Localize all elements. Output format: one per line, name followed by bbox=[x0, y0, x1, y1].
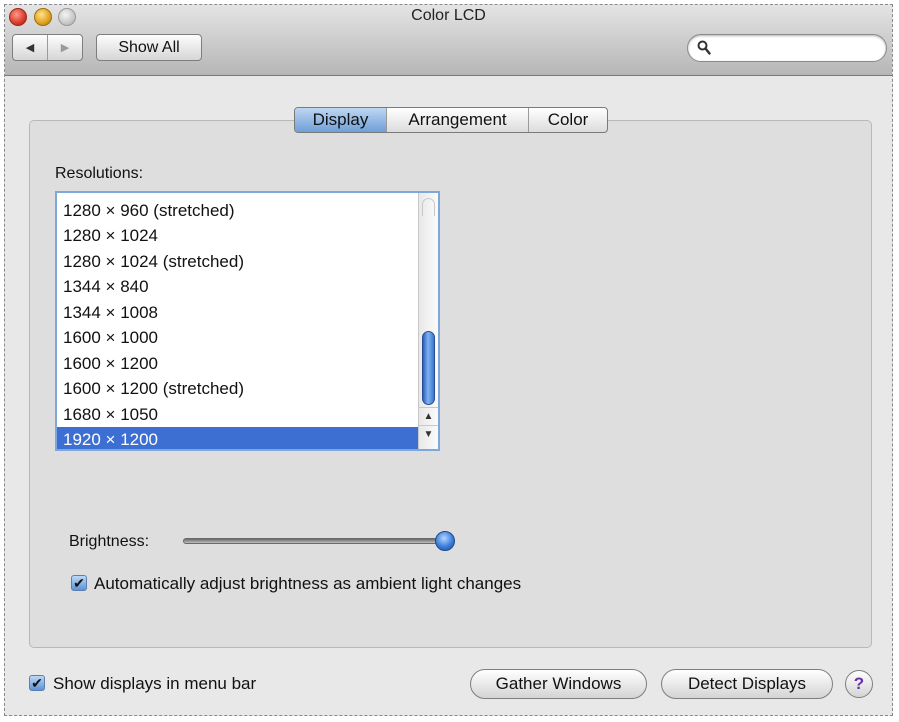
detect-displays-button[interactable]: Detect Displays bbox=[661, 669, 833, 699]
scroll-up-arrow-icon[interactable]: ▲ bbox=[419, 407, 438, 425]
search-icon bbox=[697, 40, 711, 61]
scroll-down-arrow-icon[interactable]: ▼ bbox=[419, 425, 438, 443]
resolution-row[interactable]: 1344 × 840 bbox=[57, 274, 418, 299]
search-field[interactable] bbox=[687, 34, 887, 62]
brightness-slider-knob[interactable] bbox=[435, 531, 455, 551]
show-all-button[interactable]: Show All bbox=[96, 34, 202, 61]
tab-display[interactable]: Display bbox=[295, 108, 386, 132]
scrollbar-track-cap bbox=[422, 198, 435, 216]
show-in-menu-bar-label: Show displays in menu bar bbox=[53, 674, 257, 693]
gather-windows-button[interactable]: Gather Windows bbox=[470, 669, 647, 699]
tab-color[interactable]: Color bbox=[528, 108, 607, 132]
auto-brightness-checkbox[interactable]: ✔ bbox=[71, 575, 87, 591]
checkmark-icon: ✔ bbox=[73, 575, 85, 591]
pane-tabs: Display Arrangement Color bbox=[294, 107, 608, 133]
help-icon: ? bbox=[853, 674, 865, 693]
resolution-row[interactable]: 1600 × 1200 bbox=[57, 351, 418, 376]
resolutions-list[interactable]: 1280 × 960 (stretched) 1280 × 1024 1280 … bbox=[55, 191, 440, 451]
system-preferences-window: Color LCD ◀ ▶ Show All Display Arrangeme… bbox=[4, 4, 893, 716]
resolution-row[interactable]: 1600 × 1000 bbox=[57, 325, 418, 350]
title-bar: Color LCD ◀ ▶ Show All bbox=[5, 5, 892, 76]
resolution-row[interactable]: 1280 × 1024 bbox=[57, 223, 418, 248]
resolution-row[interactable]: 1280 × 960 (stretched) bbox=[57, 198, 418, 223]
resolution-row[interactable]: 1680 × 1050 bbox=[57, 402, 418, 427]
brightness-label: Brightness: bbox=[69, 533, 150, 550]
search-input[interactable] bbox=[716, 38, 880, 60]
checkmark-icon: ✔ bbox=[31, 675, 43, 691]
forward-button[interactable]: ▶ bbox=[48, 35, 82, 60]
resolution-row[interactable]: 1344 × 1008 bbox=[57, 300, 418, 325]
resolutions-label: Resolutions: bbox=[55, 165, 144, 182]
resolution-row[interactable]: 1600 × 1200 (stretched) bbox=[57, 376, 418, 401]
window-title: Color LCD bbox=[411, 7, 486, 24]
scrollbar-thumb[interactable] bbox=[422, 331, 435, 405]
show-in-menu-bar-checkbox[interactable]: ✔ bbox=[29, 675, 45, 691]
forward-arrow-icon: ▶ bbox=[60, 42, 70, 54]
resolution-row-selected[interactable]: 1920 × 1200 bbox=[57, 427, 418, 449]
back-arrow-icon: ◀ bbox=[25, 42, 35, 54]
back-forward-group: ◀ ▶ bbox=[12, 34, 83, 61]
help-button[interactable]: ? bbox=[845, 670, 873, 698]
brightness-slider-track[interactable] bbox=[183, 538, 447, 544]
tab-arrangement[interactable]: Arrangement bbox=[386, 108, 528, 132]
list-scrollbar[interactable]: ▲ ▼ bbox=[418, 193, 438, 449]
auto-brightness-label: Automatically adjust brightness as ambie… bbox=[94, 574, 522, 593]
back-button[interactable]: ◀ bbox=[13, 35, 48, 60]
resolution-row[interactable]: 1280 × 1024 (stretched) bbox=[57, 249, 418, 274]
